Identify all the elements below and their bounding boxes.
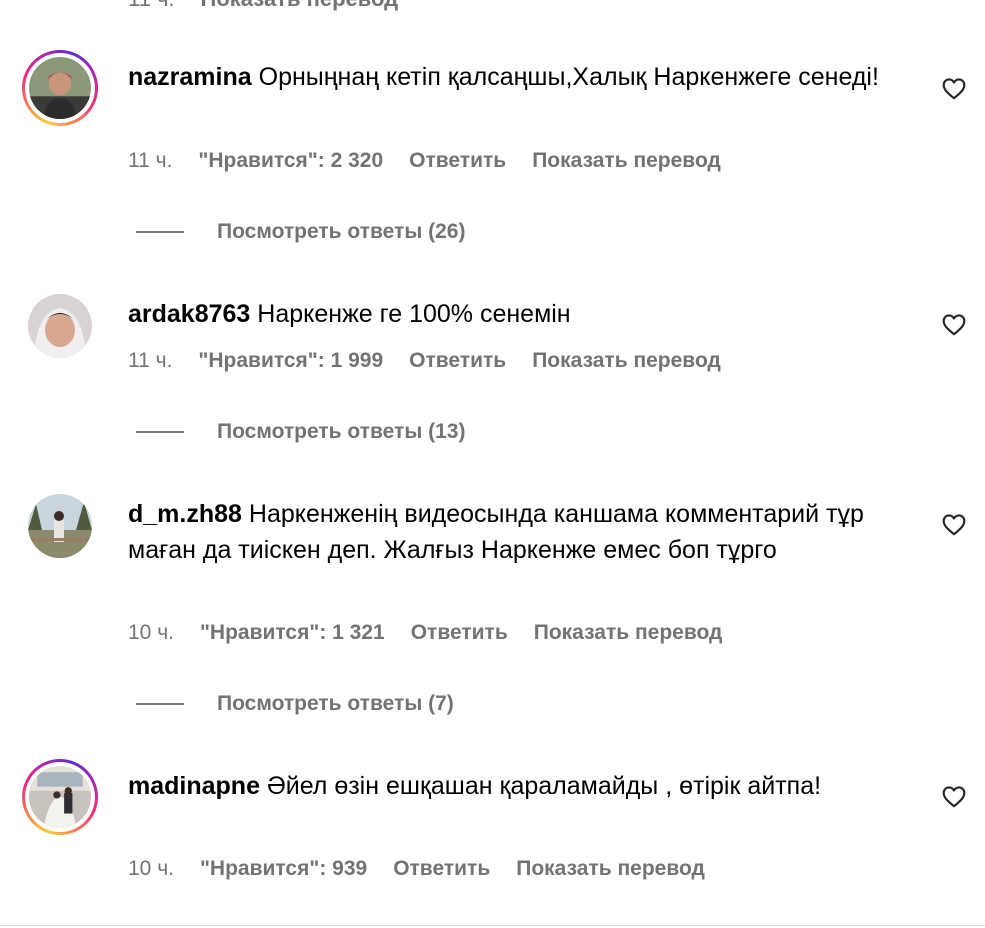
show-translation-link[interactable]: Показать перевод bbox=[201, 0, 399, 11]
likes-count[interactable]: "Нравится": 1 999 bbox=[198, 349, 383, 373]
view-replies-label: Посмотреть ответы (7) bbox=[217, 692, 454, 715]
comment-username[interactable]: madinapne bbox=[128, 772, 260, 800]
previous-comment-meta: 11 ч. Показать перевод bbox=[128, 0, 398, 12]
comment-text: Орныңнаң кетіп қалсаңшы,Халық Наркенжеге… bbox=[258, 63, 879, 91]
comment-meta: 11 ч. "Нравится": 2 320 Ответить Показать п… bbox=[128, 149, 721, 173]
user-avatar bbox=[28, 494, 92, 558]
likes-count[interactable]: "Нравится": 2 320 bbox=[198, 149, 383, 173]
comment-meta: 11 ч. "Нравится": 1 999 Ответить Показать п… bbox=[128, 349, 721, 373]
bottom-divider bbox=[0, 925, 985, 926]
user-avatar bbox=[28, 294, 92, 358]
comment-meta: 10 ч. "Нравится": 1 321 Ответить Показать п… bbox=[128, 621, 722, 645]
view-replies-button[interactable]: Посмотреть ответы (7) bbox=[136, 692, 454, 716]
avatar-story-ring[interactable] bbox=[22, 50, 98, 126]
likes-count[interactable]: "Нравится": 1 321 bbox=[200, 621, 385, 645]
view-replies-label: Посмотреть ответы (26) bbox=[217, 220, 466, 243]
heart-outline-icon[interactable] bbox=[941, 784, 967, 810]
reply-button[interactable]: Ответить bbox=[409, 349, 506, 373]
comments-page: 11 ч. Показать перевод nazramina Орныңнаң… bbox=[0, 0, 985, 928]
comment-time: 11 ч. bbox=[128, 149, 173, 172]
avatar-story-ring[interactable] bbox=[22, 759, 98, 835]
heart-outline-icon[interactable] bbox=[941, 512, 967, 538]
avatar-container[interactable] bbox=[22, 288, 98, 364]
show-translation-link[interactable]: Показать перевод bbox=[532, 149, 721, 173]
comment-time: 11 ч. bbox=[128, 0, 175, 11]
user-avatar bbox=[29, 766, 91, 828]
reply-button[interactable]: Ответить bbox=[411, 621, 508, 645]
comment-username[interactable]: nazramina bbox=[128, 63, 252, 91]
view-replies-label: Посмотреть ответы (13) bbox=[217, 420, 466, 443]
replies-divider-line bbox=[136, 703, 184, 705]
replies-divider-line bbox=[136, 231, 184, 233]
reply-button[interactable]: Ответить bbox=[409, 149, 506, 173]
comment-meta: 10 ч. "Нравится": 939 Ответить Показать пер… bbox=[128, 857, 705, 881]
comment-text: Наркенже ге 100% сенемін bbox=[257, 300, 571, 328]
show-translation-link[interactable]: Показать перевод bbox=[516, 857, 705, 881]
user-avatar bbox=[29, 57, 91, 119]
heart-outline-icon[interactable] bbox=[941, 312, 967, 338]
comment-username[interactable]: d_m.zh88 bbox=[128, 500, 242, 528]
comment-time: 10 ч. bbox=[128, 857, 174, 880]
comment-body: nazramina Орныңнаң кетіп қалсаңшы,Халық … bbox=[128, 59, 918, 95]
comment-time: 11 ч. bbox=[128, 349, 173, 372]
likes-count[interactable]: "Нравится": 939 bbox=[200, 857, 367, 881]
show-translation-link[interactable]: Показать перевод bbox=[534, 621, 723, 645]
avatar-container[interactable] bbox=[22, 488, 98, 564]
comment-text: Әйел өзін ешқашан қараламайды , өтірік а… bbox=[266, 772, 822, 800]
comment-username[interactable]: ardak8763 bbox=[128, 300, 250, 328]
reply-button[interactable]: Ответить bbox=[393, 857, 490, 881]
heart-outline-icon[interactable] bbox=[941, 76, 967, 102]
view-replies-button[interactable]: Посмотреть ответы (13) bbox=[136, 420, 465, 444]
comment-time: 10 ч. bbox=[128, 621, 174, 644]
replies-divider-line bbox=[136, 431, 184, 433]
show-translation-link[interactable]: Показать перевод bbox=[532, 349, 721, 373]
comment-body: madinapne Әйел өзін ешқашан қараламайды … bbox=[128, 768, 918, 804]
comment-body: d_m.zh88 Наркенженің видеосында каншама … bbox=[128, 496, 918, 568]
view-replies-button[interactable]: Посмотреть ответы (26) bbox=[136, 220, 465, 244]
comment-body: ardak8763 Наркенже ге 100% сенемін bbox=[128, 296, 918, 332]
